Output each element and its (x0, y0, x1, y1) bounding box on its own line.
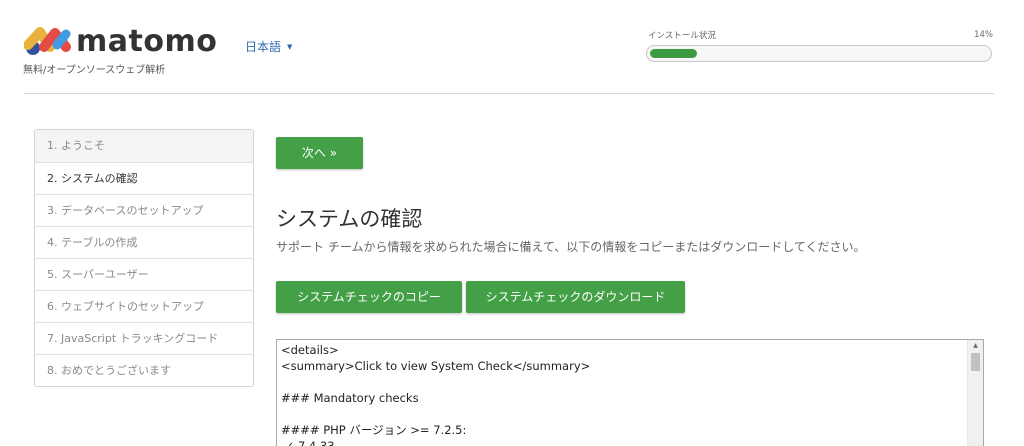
progress-fill (650, 49, 698, 58)
step-welcome: 1. ようこそ (35, 130, 253, 162)
installation-steps: 1. ようこそ 2. システムの確認 3. データベースのセットアップ 4. テ… (34, 129, 254, 387)
system-check-line: ✓ 7.4.33 (281, 439, 335, 446)
system-check-content: <details> <summary>Click to view System … (277, 340, 983, 446)
logo-text: matomo (76, 24, 218, 59)
download-system-check-button[interactable]: システムチェックのダウンロード (466, 281, 685, 313)
language-selector[interactable]: 日本語 ▼ (245, 38, 292, 55)
language-label: 日本語 (245, 40, 282, 54)
system-check-line (281, 374, 983, 390)
scroll-up-icon[interactable]: ▲ (968, 342, 983, 349)
step-system-check: 2. システムの確認 (35, 162, 253, 194)
step-table-creation: 4. テーブルの作成 (35, 226, 253, 258)
system-check-textarea[interactable]: <details> <summary>Click to view System … (276, 339, 984, 446)
copy-system-check-button[interactable]: システムチェックのコピー (276, 281, 462, 313)
installer-page: matomo 無料/オープンソースウェブ解析 日本語 ▼ インストール状況 14… (0, 0, 1024, 446)
step-website-setup: 6. ウェブサイトのセットアップ (35, 290, 253, 322)
step-tracking-code: 7. JavaScript トラッキングコード (35, 322, 253, 354)
step-congratulations: 8. おめでとうございます (35, 354, 253, 386)
step-superuser: 5. スーパーユーザー (35, 258, 253, 290)
matomo-logo[interactable]: matomo (24, 26, 217, 58)
textarea-scrollbar[interactable]: ▲ (967, 340, 983, 446)
tagline: 無料/オープンソースウェブ解析 (23, 65, 166, 76)
page-description: サポート チームから情報を求められた場合に備えて、以下の情報をコピーまたはダウン… (276, 240, 866, 254)
page-title: システムの確認 (276, 207, 423, 231)
system-check-line: ### Mandatory checks (281, 391, 419, 405)
matomo-logo-icon (24, 27, 71, 55)
scroll-thumb[interactable] (971, 353, 980, 371)
system-check-line (281, 406, 983, 422)
step-database-setup: 3. データベースのセットアップ (35, 194, 253, 226)
install-progress-bar (646, 45, 992, 62)
progress-percent: 14% (974, 30, 993, 40)
system-check-line: <summary>Click to view System Check</sum… (281, 359, 591, 373)
progress-label: インストール状況 (648, 31, 716, 41)
caret-down-icon: ▼ (287, 42, 293, 51)
next-button[interactable]: 次へ » (276, 137, 363, 169)
system-check-line: <details> (281, 343, 339, 357)
system-check-line: #### PHP バージョン >= 7.2.5: (281, 423, 467, 437)
header-divider (24, 93, 994, 94)
